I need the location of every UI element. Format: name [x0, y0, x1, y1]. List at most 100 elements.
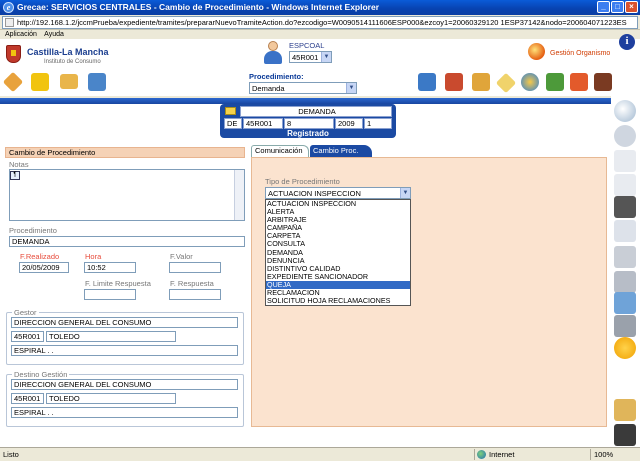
destino-organismo: DIRECCION GENERAL DEL CONSUMO — [11, 379, 238, 390]
notas-textarea[interactable] — [9, 169, 245, 221]
search-icon[interactable] — [614, 100, 636, 122]
dropdown-option[interactable]: SOLICITUD HOJA RECLAMACIONES — [266, 297, 410, 305]
attach-icon[interactable] — [614, 246, 636, 268]
tipo-procedimiento-select[interactable]: ACTUACION INSPECCION ▼ — [265, 187, 411, 199]
f-limite-input[interactable] — [84, 289, 136, 300]
menu-ayuda[interactable]: Ayuda — [44, 31, 64, 38]
procedimiento-label: Procedimiento: — [249, 72, 304, 81]
dropdown-option[interactable]: DISTINTIVO CALIDAD — [266, 265, 410, 273]
dropdown-option[interactable]: EXPEDIENTE SANCIONADOR — [266, 273, 410, 281]
minimize-button[interactable]: _ — [597, 1, 610, 13]
tab-comunicacion[interactable]: Comunicación — [251, 145, 309, 157]
destino-persona: ESPIRAL . . — [11, 407, 238, 418]
envelope-icon[interactable] — [495, 72, 517, 94]
gestion-icon — [528, 43, 545, 60]
notas-scrollbar[interactable] — [234, 170, 244, 220]
security-zone: Internet — [489, 450, 515, 459]
settings-icon[interactable] — [614, 337, 636, 359]
procedimiento-select[interactable]: Demanda ▼ — [249, 82, 357, 94]
f-valor-input[interactable] — [169, 262, 221, 273]
procedimiento-field: DEMANDA — [9, 236, 245, 247]
url-field[interactable]: http://192.168.1.2/jccmPrueba/expediente… — [2, 16, 638, 29]
dropdown-option[interactable]: CAMPAÑA — [266, 224, 410, 232]
book-icon[interactable] — [594, 73, 612, 91]
destino-ciudad: TOLEDO — [46, 393, 176, 404]
computer-icon[interactable] — [418, 73, 436, 91]
tab-cambio-proc[interactable]: Cambio Proc. — [310, 145, 372, 157]
folder-icon[interactable] — [60, 74, 78, 89]
f-valor-label: F.Valor — [170, 252, 193, 261]
page-icon — [5, 18, 14, 27]
expediente-icon — [225, 107, 236, 115]
url-text: http://192.168.1.2/jccmPrueba/expediente… — [17, 18, 627, 27]
spellcheck-icon[interactable]: ¶ — [10, 171, 20, 180]
edit-icon[interactable] — [2, 71, 24, 93]
zoom-level[interactable]: 100% — [594, 450, 613, 459]
tipo-procedimiento-dropdown: ACTUACION INSPECCION ALERTA ARBITRAJE CA… — [265, 199, 411, 306]
dropdown-option[interactable]: QUEJA — [266, 280, 410, 290]
floppy-icon[interactable] — [614, 196, 636, 218]
globe-icon[interactable] — [521, 73, 539, 91]
destino-gestion-label: Destino Gestión — [12, 370, 70, 379]
documents-icon[interactable] — [614, 174, 636, 196]
delete-icon[interactable] — [614, 399, 636, 421]
info-button[interactable]: i — [619, 34, 635, 50]
dropdown-option[interactable]: ARBITRAJE — [266, 216, 410, 224]
copy-icon[interactable] — [614, 271, 636, 293]
f-respuesta-input[interactable] — [169, 289, 221, 300]
edit-document-icon[interactable] — [614, 220, 636, 242]
expediente-header: DEMANDA DE 45R001 8 2009 1 Registrado — [220, 104, 396, 138]
dropdown-option[interactable]: RECLAMACION — [266, 289, 410, 297]
expediente-field: 8 — [284, 118, 334, 129]
document-icon[interactable] — [614, 150, 636, 172]
maximize-button[interactable]: □ — [611, 1, 624, 13]
chevron-down-icon: ▼ — [346, 83, 356, 93]
archive-icon[interactable] — [472, 73, 490, 91]
status-text: Listo — [3, 450, 19, 459]
coat-of-arms-icon — [6, 45, 21, 63]
gestion-organismo-link[interactable]: Gestión Organismo — [528, 43, 618, 63]
chevron-down-icon: ▼ — [400, 188, 410, 198]
save-disk-icon[interactable] — [88, 73, 106, 91]
database-icon[interactable] — [614, 292, 636, 314]
expediente-field: DE — [224, 118, 242, 129]
books-icon[interactable] — [445, 73, 463, 91]
ie-icon: e — [3, 2, 14, 13]
gestor-organismo: DIRECCION GENERAL DEL CONSUMO — [11, 317, 238, 328]
expediente-field: 2009 — [335, 118, 363, 129]
tools-icon[interactable] — [570, 73, 588, 91]
gestor-codigo: 45R001 — [11, 331, 44, 342]
dropdown-option[interactable]: DEMANDA — [266, 249, 410, 257]
expediente-field: 45R001 — [243, 118, 283, 129]
address-bar: http://192.168.1.2/jccmPrueba/expediente… — [0, 15, 640, 30]
destino-codigo: 45R001 — [11, 393, 44, 404]
menu-bar: Aplicación Ayuda — [0, 30, 640, 39]
back-icon[interactable] — [614, 125, 636, 147]
chevron-down-icon: ▼ — [321, 52, 331, 62]
dropdown-option[interactable]: DENUNCIA — [266, 257, 410, 265]
internet-zone-icon — [477, 450, 486, 459]
tractor-icon[interactable] — [614, 424, 636, 446]
gestor-persona: ESPIRAL . . — [11, 345, 238, 356]
f-realizado-input[interactable]: 20/05/2009 — [19, 262, 69, 273]
gestor-ciudad: TOLEDO — [46, 331, 176, 342]
f-respuesta-label: F. Respuesta — [170, 279, 214, 288]
dropdown-option[interactable]: ALERTA — [266, 208, 410, 216]
right-sidebar — [611, 96, 640, 447]
hora-label: Hora — [85, 252, 102, 261]
dropdown-option[interactable]: CARPETA — [266, 232, 410, 240]
espcoal-select[interactable]: 45R001 ▼ — [289, 51, 332, 63]
close-button[interactable]: × — [625, 1, 638, 13]
expediente-status: Registrado — [287, 129, 329, 138]
user-icon — [263, 41, 283, 65]
folder-lock-icon[interactable] — [31, 73, 49, 91]
hora-input[interactable]: 10:52 — [84, 262, 136, 273]
network-icon[interactable] — [546, 73, 564, 91]
dropdown-option[interactable]: ACTUACION INSPECCION — [266, 200, 410, 208]
dropdown-option[interactable]: CONSULTA — [266, 240, 410, 248]
menu-aplicacion[interactable]: Aplicación — [5, 31, 37, 38]
printer-icon[interactable] — [614, 315, 636, 337]
espcoal-label: ESPCOAL — [289, 41, 325, 50]
window-title: Grecae: SERVICIOS CENTRALES - Cambio de … — [17, 2, 380, 12]
status-bar: Listo Internet 100% — [0, 447, 640, 461]
